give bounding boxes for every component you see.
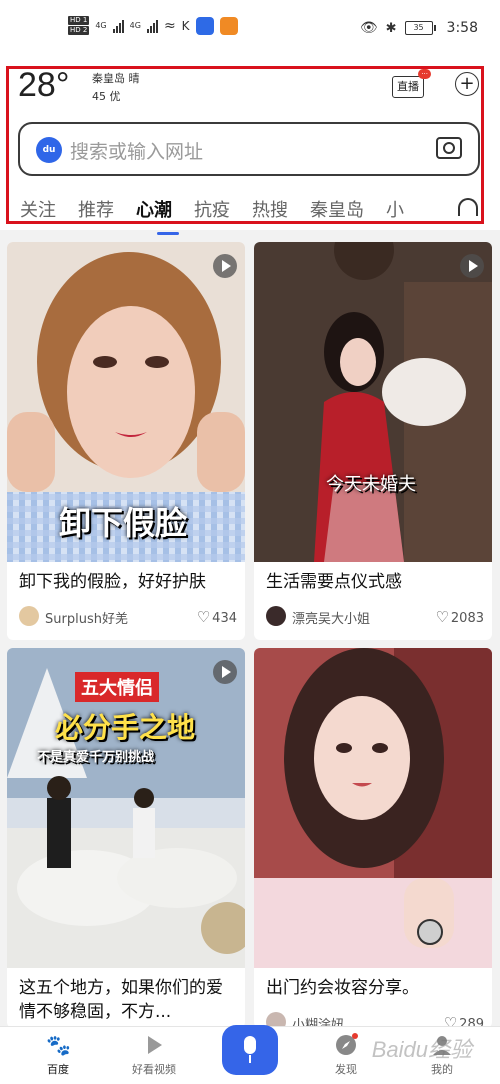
- live-badge: ···: [418, 69, 431, 79]
- video-notification-icon: [219, 16, 238, 35]
- compass-icon: [336, 1033, 358, 1055]
- headset-icon[interactable]: [458, 198, 478, 216]
- tab-local[interactable]: 秦皇岛: [299, 196, 375, 228]
- search-bar[interactable]: du 搜索或输入网址: [18, 122, 480, 176]
- network-type-2: 4G: [129, 21, 141, 30]
- author-name[interactable]: 漂亮吴大小姐: [292, 608, 370, 627]
- status-bar: HD 1 HD 2 4G 4G ≈ K 👁 ✱ 35 3:58: [0, 0, 500, 62]
- video-overlay-text: 卸下假脸: [59, 504, 188, 542]
- tab-more[interactable]: 小: [375, 196, 415, 228]
- video-overlay-headline: 必分手之地: [55, 711, 196, 744]
- nav-home-label: 百度: [47, 1063, 69, 1076]
- hd-indicator: HD 1 HD 2: [68, 16, 90, 35]
- baidu-paw-icon: du: [36, 137, 62, 163]
- eye-icon: 👁: [359, 20, 378, 36]
- like-count: 2083: [450, 611, 484, 626]
- nav-profile-label: 我的: [431, 1063, 453, 1076]
- play-icon: [213, 660, 237, 684]
- like-count: 434: [212, 611, 237, 626]
- feed-card[interactable]: 出门约会妆容分享。 小糊涂妞 ♡ 289: [254, 648, 492, 1028]
- card-title[interactable]: 卸下我的假脸，好好护肤: [19, 570, 237, 594]
- weather-aqi[interactable]: 45 优: [92, 88, 121, 104]
- nav-video-label: 好看视频: [132, 1063, 176, 1076]
- live-button[interactable]: 直播 ···: [392, 69, 431, 98]
- card-title[interactable]: 这五个地方，如果你们的爱情不够稳固，不方...: [19, 976, 237, 1024]
- signal-icon-2: [146, 19, 158, 33]
- search-input[interactable]: 搜索或输入网址: [70, 137, 203, 164]
- feed-card[interactable]: 今天未婚夫 生活需要点仪式感 漂亮吴大小姐 ♡ 2083: [254, 242, 492, 640]
- tab-epidemic[interactable]: 抗疫: [183, 196, 241, 228]
- play-icon: [213, 254, 237, 278]
- voice-search-button[interactable]: [222, 1025, 278, 1075]
- hd1-label: HD 1: [68, 16, 90, 25]
- nav-home[interactable]: 🐾 百度: [18, 1033, 98, 1077]
- heart-icon: ♡: [196, 608, 211, 626]
- feed-card[interactable]: 卸下假脸 卸下我的假脸，好好护肤 Surplush好羌 ♡ 434: [7, 242, 245, 640]
- status-left: HD 1 HD 2 4G 4G ≈ K: [68, 16, 238, 35]
- signal-icon: [112, 19, 124, 33]
- network-type-1: 4G: [95, 21, 107, 30]
- card-title[interactable]: 出门约会妆容分享。: [266, 976, 484, 1000]
- k-icon: K: [181, 18, 190, 33]
- wifi-icon: ≈: [163, 17, 176, 34]
- tab-trend[interactable]: 心潮: [125, 196, 183, 228]
- avatar[interactable]: [266, 606, 286, 626]
- battery-icon: 35: [404, 21, 436, 35]
- camera-icon[interactable]: [436, 137, 462, 159]
- weather-temperature[interactable]: 28°: [18, 66, 69, 105]
- tab-recommend[interactable]: 推荐: [67, 196, 125, 228]
- tab-follow[interactable]: 关注: [0, 196, 67, 228]
- card-meta: 漂亮吴大小姐 ♡ 2083: [266, 606, 484, 628]
- play-icon: [148, 1036, 162, 1054]
- play-icon: [460, 254, 484, 278]
- video-overlay-subtitle: 不是真爱千万别挑战: [37, 750, 155, 765]
- video-thumbnail[interactable]: [254, 242, 492, 562]
- card-meta: Surplush好羌 ♡ 434: [19, 606, 237, 628]
- feed-card[interactable]: 五大情侣 必分手之地 不是真爱千万别挑战 这五个地方，如果你们的爱情不够稳固，不…: [7, 648, 245, 1028]
- tab-hot-search[interactable]: 热搜: [241, 196, 299, 228]
- avatar[interactable]: [19, 606, 39, 626]
- active-tab-indicator: [157, 232, 179, 235]
- card-title[interactable]: 生活需要点仪式感: [266, 570, 484, 594]
- bluetooth-icon: ✱: [385, 20, 397, 36]
- clock: 3:58: [446, 20, 478, 36]
- like-button[interactable]: ♡ 434: [197, 608, 237, 626]
- like-button[interactable]: ♡ 2083: [435, 608, 484, 626]
- video-thumbnail[interactable]: [254, 648, 492, 968]
- video-overlay-title: 五大情侣: [75, 672, 159, 702]
- baidu-paw-icon: 🐾: [46, 1033, 71, 1057]
- weather-city[interactable]: 秦皇岛 晴: [92, 70, 140, 86]
- author-name[interactable]: Surplush好羌: [45, 608, 128, 627]
- add-button[interactable]: +: [455, 72, 479, 96]
- app-notification-icon: [195, 16, 214, 35]
- hd2-label: HD 2: [68, 26, 90, 35]
- channel-tabs: 关注 推荐 心潮 抗疫 热搜 秦皇岛 小: [0, 196, 460, 228]
- nav-discover-label: 发现: [335, 1063, 357, 1076]
- status-right: 👁 ✱ 35 3:58: [360, 20, 478, 36]
- heart-icon: ♡: [435, 608, 449, 626]
- nav-video[interactable]: 好看视频: [114, 1033, 194, 1077]
- video-overlay-text: 今天未婚夫: [326, 474, 416, 495]
- live-label: 直播: [397, 80, 419, 93]
- watermark: Baidu经验: [371, 1037, 472, 1062]
